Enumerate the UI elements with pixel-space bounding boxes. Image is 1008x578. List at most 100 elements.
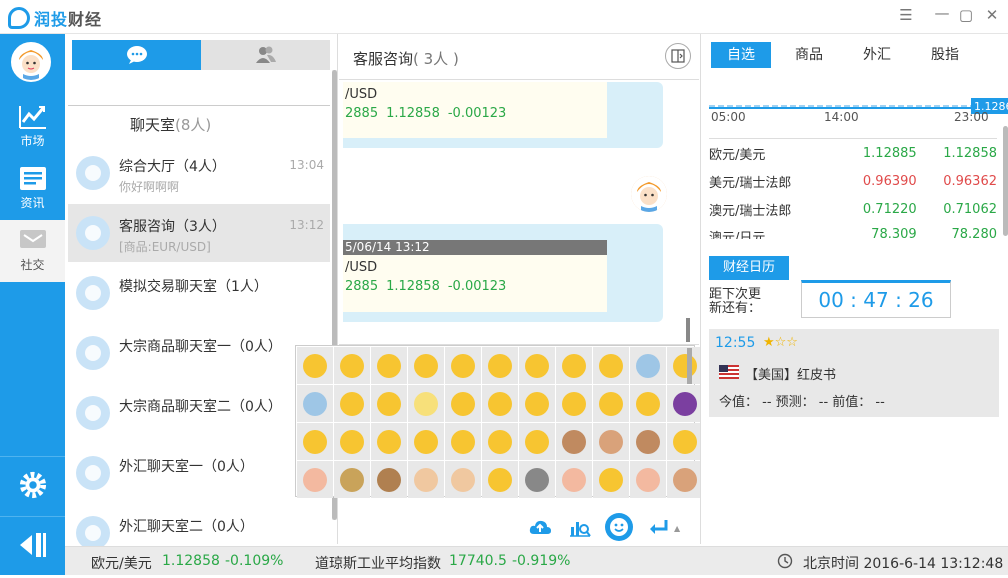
room-item[interactable]: 综合大厅（4人） 13:04 你好啊啊啊 <box>68 144 330 202</box>
emoji-cell[interactable] <box>593 347 629 384</box>
quote-row[interactable]: 澳元/瑞士法郎 0.71220 0.71062 <box>709 195 997 223</box>
emoji-cell[interactable] <box>482 385 518 422</box>
emoji-cell[interactable] <box>630 423 666 460</box>
tab-watchlist[interactable]: 自选 <box>711 42 771 68</box>
emoji-cell[interactable] <box>297 385 333 422</box>
calendar-event-card[interactable]: 12:55 ★☆☆ 【美国】红皮书 今值： -- 预测： -- 前值： -- <box>709 329 999 417</box>
maximize-button[interactable]: ▢ <box>956 6 976 24</box>
chat-header: 客服咨询( 3人 ) <box>339 34 699 80</box>
room-item[interactable]: 外汇聊天室一（0人） <box>68 444 330 502</box>
emoji-cell[interactable] <box>556 423 592 460</box>
emoji-cell[interactable] <box>593 461 629 498</box>
emoji-cell[interactable] <box>297 347 333 384</box>
emoji-cell[interactable] <box>371 423 407 460</box>
nav-item-news[interactable]: 资讯 <box>0 158 65 220</box>
expand-panel-button[interactable] <box>665 43 691 69</box>
emoji-face-icon <box>340 391 364 416</box>
emoji-cell[interactable] <box>297 423 333 460</box>
emoji-cell[interactable] <box>667 423 703 460</box>
room-name: 外汇聊天室一（0人） <box>119 459 254 475</box>
quote-card[interactable]: 5/06/14 13:12 /USD 2885 1.12858 -0.00123 <box>343 240 607 312</box>
user-avatar-area[interactable] <box>0 34 65 94</box>
emoji-face-icon <box>599 353 623 378</box>
quote-table: 欧元/美元 1.12885 1.12858 美元/瑞士法郎 0.96390 0.… <box>709 138 997 239</box>
quote-row[interactable]: 欧元/美元 1.12885 1.12858 <box>709 139 997 167</box>
emoji-scrollbar[interactable] <box>687 348 692 384</box>
quote-table-scrollbar[interactable] <box>1003 126 1008 236</box>
emoji-cell[interactable] <box>371 461 407 498</box>
emoji-cell[interactable] <box>519 385 555 422</box>
economic-calendar-button[interactable]: 财经日历 <box>709 256 789 280</box>
send-enter-icon[interactable] <box>646 515 670 539</box>
emoji-cell[interactable] <box>667 461 703 498</box>
emoji-cell[interactable] <box>482 423 518 460</box>
exit-button[interactable] <box>0 516 65 578</box>
menu-icon[interactable]: ☰ <box>896 6 916 24</box>
emoji-cell[interactable] <box>408 385 444 422</box>
emoji-cell[interactable] <box>667 385 703 422</box>
event-time: 12:55 <box>715 335 756 351</box>
emoji-cell[interactable] <box>630 461 666 498</box>
chat-scroll-thumb[interactable] <box>686 318 690 342</box>
tab-indices[interactable]: 股指 <box>915 42 975 68</box>
minimize-button[interactable]: — <box>932 4 952 22</box>
emoji-cell[interactable] <box>445 423 481 460</box>
quote-row[interactable]: 澳元/日元 78.309 78.280 <box>709 223 997 239</box>
emoji-cell[interactable] <box>445 385 481 422</box>
emoji-cell[interactable] <box>556 347 592 384</box>
emoji-cell[interactable] <box>408 461 444 498</box>
emoji-cell[interactable] <box>593 423 629 460</box>
chart-search-icon[interactable] <box>568 515 592 539</box>
sender-avatar[interactable] <box>631 176 667 212</box>
emoji-cell[interactable] <box>371 347 407 384</box>
emoji-cell[interactable] <box>630 385 666 422</box>
emoji-cell[interactable] <box>408 423 444 460</box>
close-button[interactable]: ✕ <box>982 6 1002 24</box>
avatar-icon <box>631 176 667 212</box>
emoji-cell[interactable] <box>519 461 555 498</box>
nav-item-market[interactable]: 市场 <box>0 96 65 158</box>
emoji-cell[interactable] <box>556 461 592 498</box>
emoji-cell[interactable] <box>556 385 592 422</box>
send-options-arrow-icon[interactable]: ▲ <box>674 524 680 533</box>
room-item[interactable]: 模拟交易聊天室（1人） <box>68 264 330 322</box>
document-icon <box>19 167 46 190</box>
emoji-cell[interactable] <box>482 461 518 498</box>
chat-room-count: ( 3人 ) <box>413 50 459 68</box>
quote-bid: 2885 <box>345 106 379 121</box>
room-item[interactable]: 大宗商品聊天室一（0人） <box>68 324 330 382</box>
room-item-selected[interactable]: 客服咨询（3人） 13:12 [商品:EUR/USD] <box>68 204 330 262</box>
status-pair-change: -0.109% <box>225 553 284 569</box>
emoji-cell[interactable] <box>334 347 370 384</box>
nav-item-social[interactable]: 社交 <box>0 220 65 282</box>
emoji-cell[interactable] <box>445 347 481 384</box>
quote-card[interactable]: /USD 2885 1.12858 -0.00123 <box>343 82 607 138</box>
quote-ask: 1.12858 <box>386 279 440 294</box>
tab-forex[interactable]: 外汇 <box>847 42 907 68</box>
cloud-upload-icon[interactable] <box>528 515 552 539</box>
room-item[interactable]: 大宗商品聊天室二（0人） <box>68 384 330 442</box>
emoji-cell[interactable] <box>371 385 407 422</box>
emoji-cell[interactable] <box>593 385 629 422</box>
emoji-cell[interactable] <box>297 461 333 498</box>
emoji-cell[interactable] <box>445 461 481 498</box>
emoji-cell[interactable] <box>519 347 555 384</box>
room-list-title: 聊天室 <box>130 116 176 134</box>
quote-row[interactable]: 美元/瑞士法郎 0.96390 0.96362 <box>709 167 997 195</box>
room-avatar-icon <box>76 456 110 490</box>
emoji-cell[interactable] <box>334 385 370 422</box>
emoji-cell[interactable] <box>667 347 703 384</box>
emoji-face-icon <box>636 353 660 378</box>
emoji-cell[interactable] <box>630 347 666 384</box>
emoji-cell[interactable] <box>519 423 555 460</box>
settings-button[interactable] <box>0 456 65 518</box>
emoji-cell[interactable] <box>334 423 370 460</box>
tab-commodities[interactable]: 商品 <box>779 42 839 68</box>
tab-chat-rooms[interactable] <box>72 40 201 70</box>
avatar[interactable] <box>11 42 51 82</box>
tab-contacts[interactable] <box>201 40 330 70</box>
emoji-cell[interactable] <box>334 461 370 498</box>
emoji-button-icon[interactable] <box>604 512 634 542</box>
emoji-cell[interactable] <box>408 347 444 384</box>
emoji-cell[interactable] <box>482 347 518 384</box>
